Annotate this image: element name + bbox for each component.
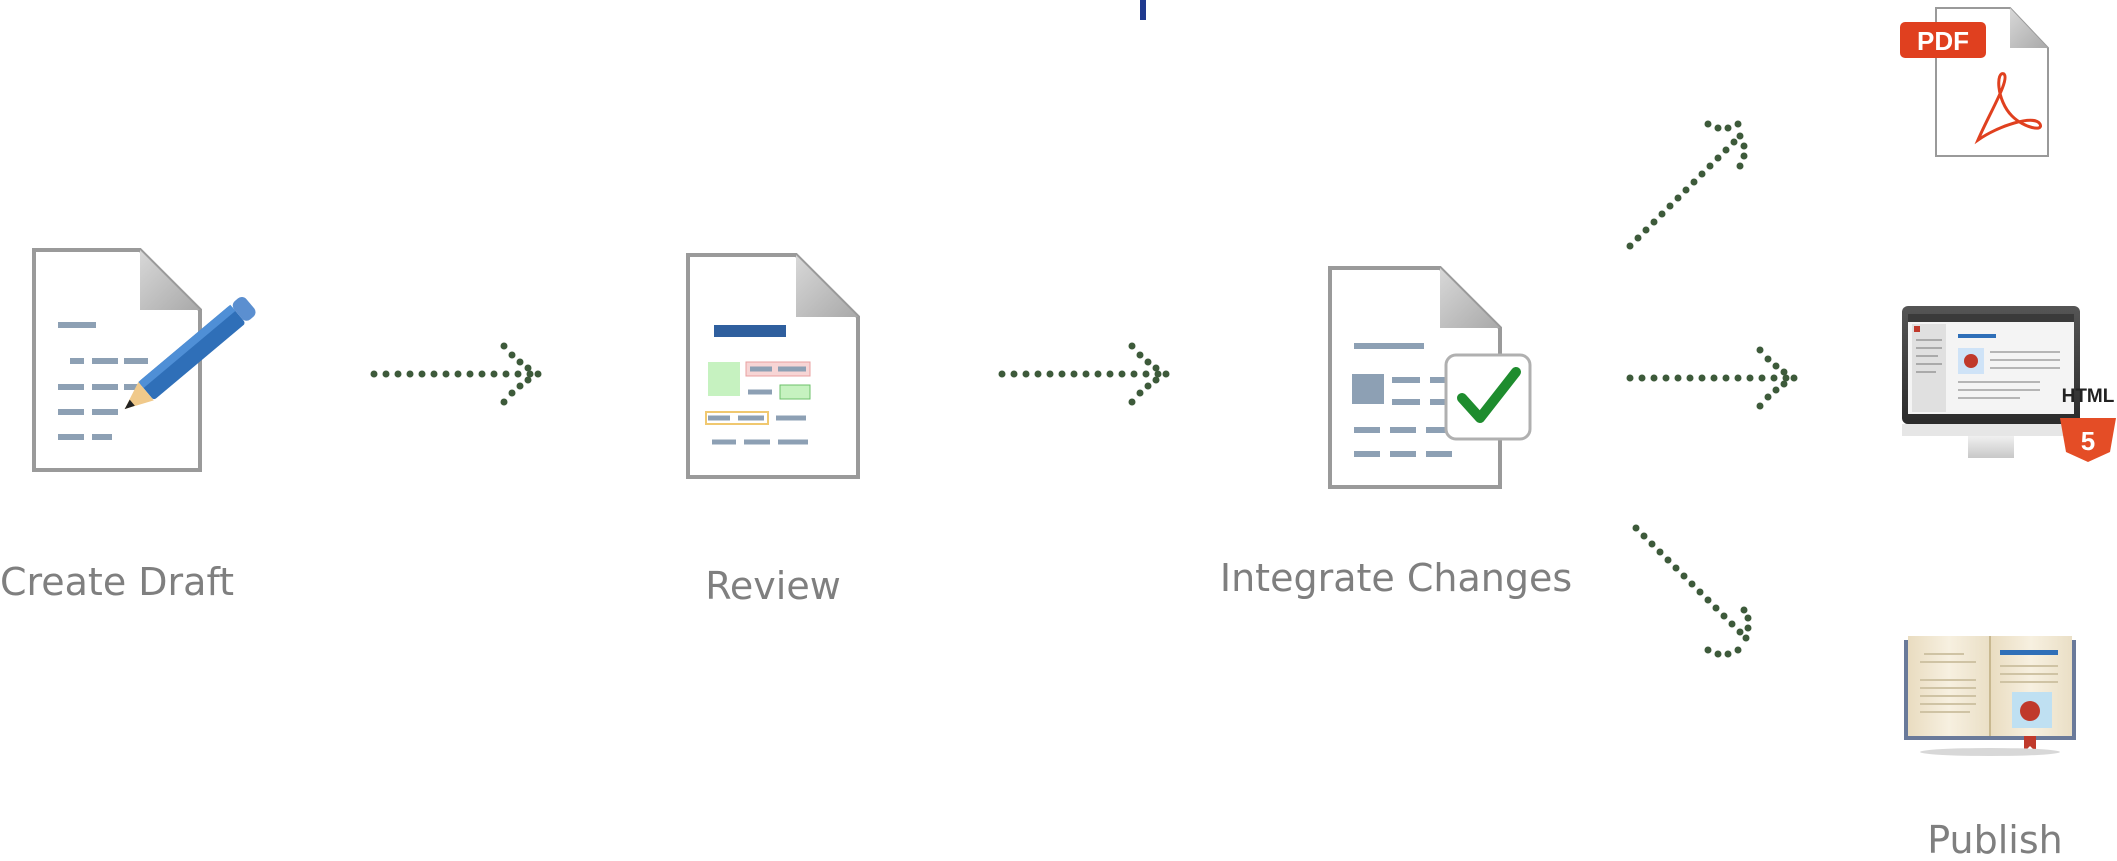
review-document-icon xyxy=(686,253,860,479)
arrow-review-to-integrate xyxy=(998,342,1170,406)
arrow-draft-to-review xyxy=(370,342,542,406)
document-checkmark-icon xyxy=(1328,266,1532,489)
step-label-create-draft: Create Draft xyxy=(0,560,235,604)
html5-shield-number: 5 xyxy=(2081,426,2095,456)
step-label-publish: Publish xyxy=(1927,818,2063,861)
arrow-integrate-to-pdf xyxy=(1626,120,1748,250)
open-book-icon xyxy=(1904,636,2076,756)
pdf-file-icon: PDF xyxy=(1900,7,2049,157)
arrow-integrate-to-html xyxy=(1626,346,1798,410)
diagram-canvas: PDF 5 HTML xyxy=(32,7,2116,756)
pdf-badge-text: PDF xyxy=(1917,26,1969,56)
html5-monitor-icon: 5 HTML xyxy=(1902,306,2116,462)
html-badge-text: HTML xyxy=(2062,386,2115,407)
publishing-workflow-diagram: PDF 5 HTML Create Draft Review Integrate… xyxy=(0,0,2117,861)
arrow-integrate-to-book xyxy=(1632,524,1752,658)
step-label-review: Review xyxy=(705,564,841,608)
step-label-integrate-changes: Integrate Changes xyxy=(1219,556,1573,600)
